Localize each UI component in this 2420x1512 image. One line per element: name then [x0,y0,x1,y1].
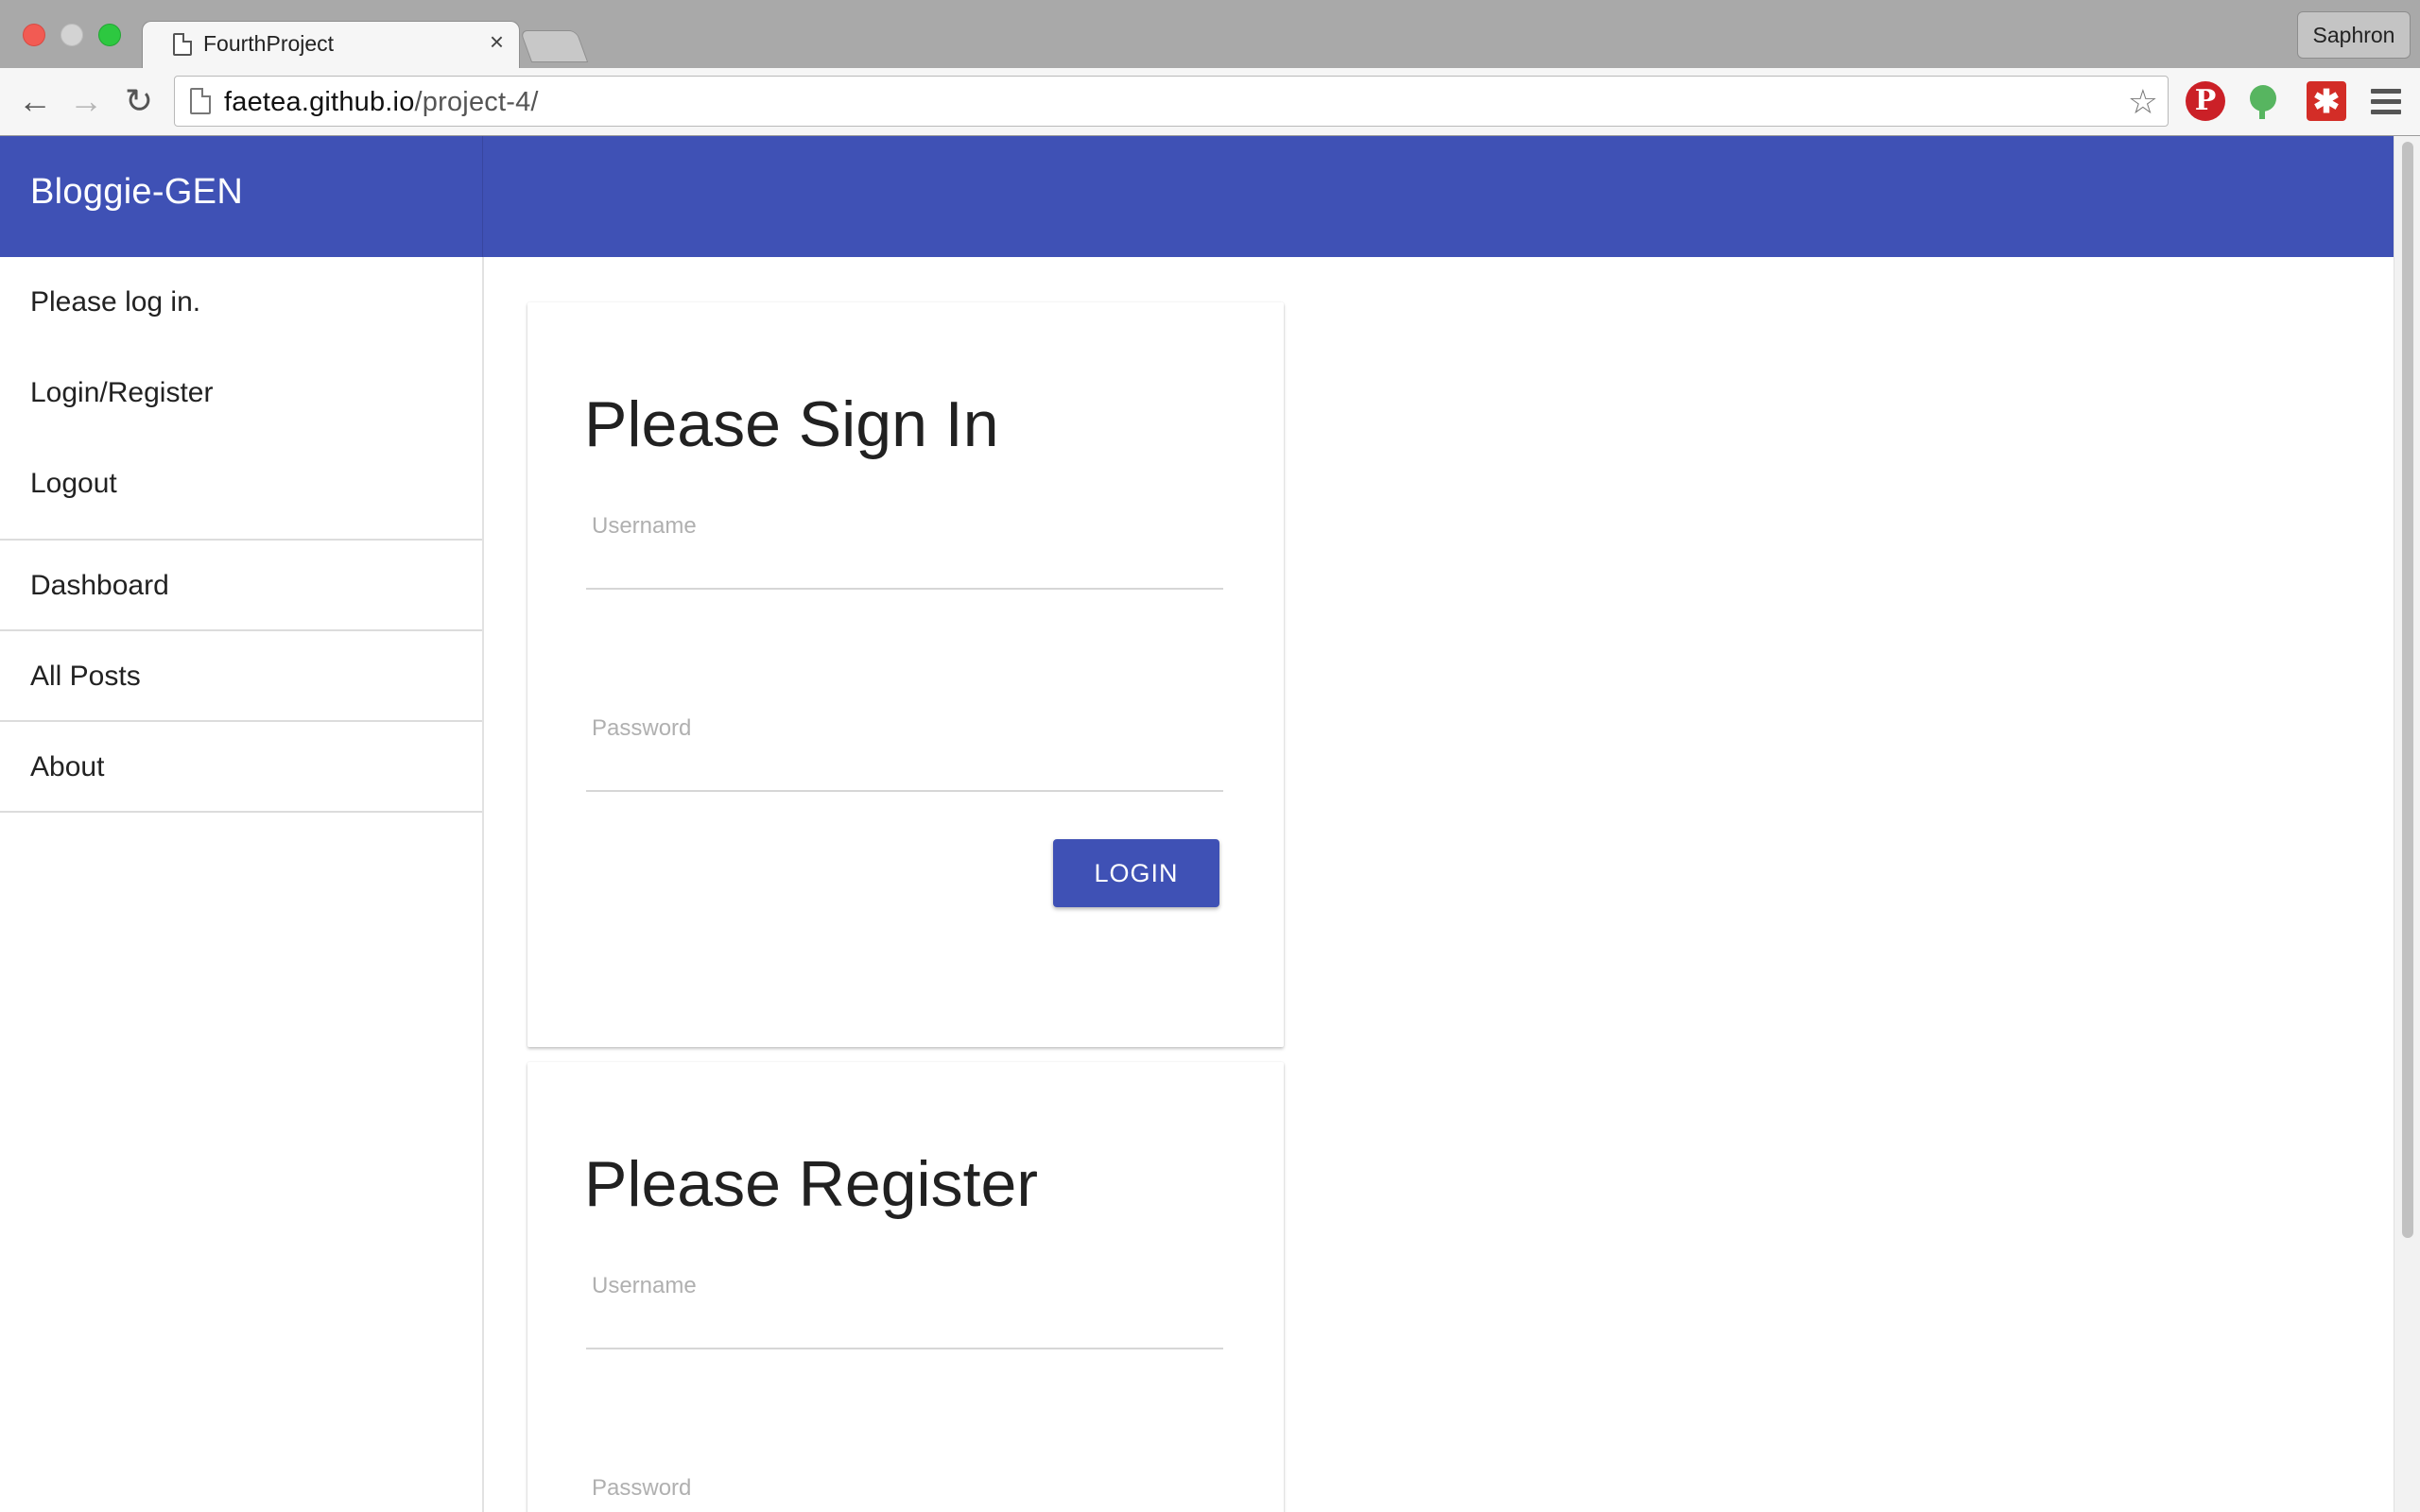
signin-title: Please Sign In [584,388,999,460]
sidebar-item-login-register[interactable]: Login/Register [0,348,482,438]
sidebar: Please log in. Login/Register Logout Das… [0,257,484,1512]
browser-tab-strip: FourthProject × Saphron [0,0,2420,68]
page-icon [173,33,192,56]
url-text[interactable]: faetea.github.io/project-4/ [224,87,539,118]
signin-password-input[interactable] [586,705,1223,790]
tab-title: FourthProject [203,31,335,56]
sidebar-item-all-posts[interactable]: All Posts [0,631,482,722]
page-viewport: Bloggie-GEN Please log in. Login/Registe… [0,136,2394,1512]
page-icon [190,88,211,114]
url-path: /project-4/ [414,87,539,117]
sidebar-auth-group: Please log in. Login/Register Logout [0,257,482,541]
sidebar-item-logout[interactable]: Logout [0,438,482,529]
signin-username-input[interactable] [586,503,1223,588]
close-window-button[interactable] [23,24,45,46]
header-divider [482,136,483,257]
bookmark-star-icon[interactable]: ☆ [2128,82,2158,122]
sidebar-item-about[interactable]: About [0,722,482,813]
register-username-input[interactable] [586,1263,1223,1348]
page-scrollbar[interactable] [2394,136,2420,1512]
signin-card: Please Sign In LOGIN [527,302,1284,1047]
back-arrow-icon[interactable]: ← [15,81,55,121]
sidebar-item-dashboard[interactable]: Dashboard [0,541,482,631]
login-button[interactable]: LOGIN [1053,839,1219,907]
app-brand[interactable]: Bloggie-GEN [30,172,243,213]
pinterest-icon[interactable]: P [2186,81,2225,121]
reload-icon[interactable]: ↻ [119,81,159,121]
register-card: Please Register [527,1062,1284,1512]
signin-password-field [586,705,1223,792]
register-password-input[interactable] [586,1465,1223,1512]
browser-menu-icon[interactable] [2371,89,2401,115]
app-header: Bloggie-GEN [0,136,2394,257]
minimize-window-button[interactable] [60,24,83,46]
url-host: faetea.github.io [224,87,415,117]
lastpass-icon[interactable]: ✱ [2307,81,2346,121]
register-password-field [586,1465,1223,1512]
browser-tab[interactable]: FourthProject × [142,21,520,68]
signin-username-field [586,503,1223,590]
maximize-window-button[interactable] [98,24,121,46]
new-tab-button[interactable] [519,30,589,62]
scrollbar-thumb[interactable] [2402,142,2413,1238]
evernote-icon[interactable] [2244,81,2284,121]
browser-toolbar: ← → ↻ faetea.github.io/project-4/ ☆ P ✱ [0,68,2420,136]
tab-close-icon[interactable]: × [490,29,504,54]
sidebar-status: Please log in. [30,286,201,318]
register-title: Please Register [584,1148,1039,1220]
forward-arrow-icon[interactable]: → [66,81,106,121]
register-username-field [586,1263,1223,1349]
address-bar[interactable]: faetea.github.io/project-4/ ☆ [174,76,2169,127]
profile-button[interactable]: Saphron [2297,11,2411,59]
